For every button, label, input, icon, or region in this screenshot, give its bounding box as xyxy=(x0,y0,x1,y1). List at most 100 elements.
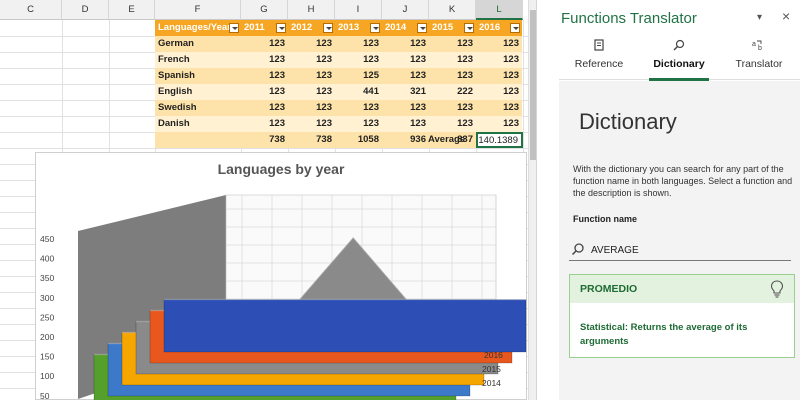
function-search-input[interactable] xyxy=(591,241,786,259)
dictionary-panel: Dictionary With the dictionary you can s… xyxy=(559,81,800,400)
dictionary-heading: Dictionary xyxy=(579,109,677,134)
filter-dropdown-icon[interactable] xyxy=(510,23,520,33)
vertical-scrollbar[interactable] xyxy=(528,0,536,400)
tab-reference[interactable]: Reference xyxy=(559,38,639,80)
column-header[interactable]: G xyxy=(241,0,288,20)
value-cell[interactable]: 123 xyxy=(429,36,476,52)
tab-dictionary[interactable]: Dictionary xyxy=(639,38,719,81)
table-header-cell[interactable]: 2012 xyxy=(288,20,335,36)
y-tick-label: 400 xyxy=(40,254,54,264)
column-header[interactable]: F xyxy=(155,0,241,20)
value-cell[interactable]: 123 xyxy=(476,100,522,116)
value-cell[interactable]: 123 xyxy=(335,116,382,132)
column-header[interactable]: K xyxy=(429,0,476,20)
spreadsheet[interactable]: CDEFGHIJKL Languages/Year 2011 2012 2013… xyxy=(0,0,536,400)
value-cell[interactable]: 123 xyxy=(288,116,335,132)
filter-dropdown-icon[interactable] xyxy=(464,23,474,33)
value-cell[interactable]: 125 xyxy=(335,68,382,84)
lightbulb-icon[interactable] xyxy=(770,280,784,298)
translation-result-card[interactable]: PROMEDIO Statistical: Returns the averag… xyxy=(569,274,795,358)
column-header[interactable]: J xyxy=(382,0,429,20)
function-search-box[interactable] xyxy=(569,239,791,261)
tab-label: Reference xyxy=(574,58,624,70)
value-cell[interactable]: 1058 xyxy=(335,132,382,148)
table-header-cell[interactable]: 2016 xyxy=(476,20,522,36)
column-header[interactable]: D xyxy=(62,0,109,20)
value-cell[interactable]: 123 xyxy=(241,36,288,52)
value-cell[interactable]: 936 xyxy=(382,132,429,148)
filter-dropdown-icon[interactable] xyxy=(417,23,427,33)
language-cell[interactable]: Danish xyxy=(155,116,241,132)
filter-dropdown-icon[interactable] xyxy=(229,23,239,33)
value-cell[interactable]: 123 xyxy=(241,84,288,100)
value-cell[interactable]: 321 xyxy=(382,84,429,100)
value-cell[interactable]: 123 xyxy=(288,84,335,100)
value-cell[interactable]: 738 xyxy=(288,132,335,148)
value-cell[interactable]: 123 xyxy=(241,68,288,84)
search-icon xyxy=(639,38,719,58)
column-header[interactable]: E xyxy=(109,0,155,20)
value-cell[interactable]: 123 xyxy=(382,100,429,116)
table-header-cell[interactable]: Languages/Year xyxy=(155,20,241,36)
value-cell[interactable]: 123 xyxy=(382,36,429,52)
table-header-cell[interactable]: 2015 xyxy=(429,20,476,36)
value-cell[interactable]: 123 xyxy=(288,52,335,68)
value-cell[interactable]: 123 xyxy=(335,52,382,68)
pane-tabs: Reference Dictionary ab Translator xyxy=(559,38,800,81)
column-header[interactable]: C xyxy=(0,0,62,20)
table-header-cell[interactable]: 2011 xyxy=(241,20,288,36)
language-cell[interactable]: English xyxy=(155,84,241,100)
value-cell[interactable]: 123 xyxy=(288,36,335,52)
value-cell[interactable]: 123 xyxy=(429,100,476,116)
value-cell[interactable]: 123 xyxy=(241,52,288,68)
column-header[interactable]: L xyxy=(476,0,523,20)
chevron-down-icon[interactable]: ▾ xyxy=(757,12,762,23)
y-tick-label: 200 xyxy=(40,332,54,342)
value-cell[interactable]: 222 xyxy=(429,84,476,100)
language-cell[interactable] xyxy=(155,132,241,148)
value-cell[interactable]: 123 xyxy=(429,116,476,132)
filter-dropdown-icon[interactable] xyxy=(323,23,333,33)
table-row: German 123 123 123 123 123 123 xyxy=(155,36,522,52)
value-cell[interactable]: 123 xyxy=(241,100,288,116)
function-description: Statistical: Returns the average of its … xyxy=(580,322,748,347)
value-cell[interactable]: 123 xyxy=(382,52,429,68)
filter-dropdown-icon[interactable] xyxy=(370,23,380,33)
value-cell[interactable]: 123 xyxy=(476,52,522,68)
value-cell[interactable]: 123 xyxy=(476,68,522,84)
table-row: Spanish 123 123 125 123 123 123 xyxy=(155,68,522,84)
value-cell[interactable]: 123 xyxy=(382,68,429,84)
value-cell[interactable]: 123 xyxy=(288,68,335,84)
table-header-row: Languages/Year 2011 2012 2013 2014 2015 … xyxy=(155,20,522,36)
value-cell[interactable]: 123 xyxy=(476,116,522,132)
value-cell[interactable]: 123 xyxy=(335,36,382,52)
table-header-cell[interactable]: 2013 xyxy=(335,20,382,36)
column-header[interactable]: I xyxy=(335,0,382,20)
value-cell[interactable]: 123 xyxy=(476,84,522,100)
value-cell[interactable]: 123 xyxy=(429,68,476,84)
tab-translator[interactable]: ab Translator xyxy=(719,38,799,80)
average-label: Average xyxy=(428,134,466,145)
table-row: English 123 123 441 321 222 123 xyxy=(155,84,522,100)
value-cell[interactable]: 441 xyxy=(335,84,382,100)
language-cell[interactable]: French xyxy=(155,52,241,68)
table-header-cell[interactable]: 2014 xyxy=(382,20,429,36)
value-cell[interactable]: 123 xyxy=(429,52,476,68)
value-cell[interactable]: 123 xyxy=(476,36,522,52)
language-cell[interactable]: German xyxy=(155,36,241,52)
value-cell[interactable]: 123 xyxy=(288,100,335,116)
value-cell[interactable]: 738 xyxy=(241,132,288,148)
value-cell[interactable]: 123 xyxy=(335,100,382,116)
area-chart-3d[interactable]: Languages by year 450 400 350 300 250 200 150 1… xyxy=(35,152,527,400)
value-cell[interactable]: 123 xyxy=(241,116,288,132)
tab-label: Translator xyxy=(735,58,783,70)
average-value-cell[interactable]: 140.1389 xyxy=(476,132,523,148)
language-cell[interactable]: Spanish xyxy=(155,68,241,84)
y-tick-label: 450 xyxy=(40,234,54,244)
column-header[interactable]: H xyxy=(288,0,335,20)
value-cell[interactable]: 123 xyxy=(382,116,429,132)
svg-text:a: a xyxy=(752,41,756,48)
close-icon[interactable]: × xyxy=(782,8,790,24)
filter-dropdown-icon[interactable] xyxy=(276,23,286,33)
language-cell[interactable]: Swedish xyxy=(155,100,241,116)
